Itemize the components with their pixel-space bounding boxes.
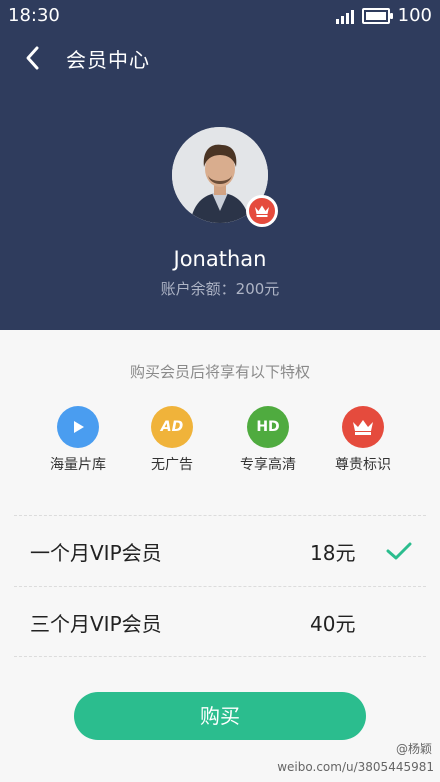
account-balance: 账户余额：200元 xyxy=(160,280,280,298)
crown-icon xyxy=(342,406,384,448)
battery-level: 100 xyxy=(397,5,432,26)
privilege-label: 专享高清 xyxy=(240,457,296,473)
vip-crown-badge xyxy=(246,195,278,227)
member-header: 18:30 100 会员中心 Jonathan 账户余额：200元 xyxy=(0,0,440,330)
divider xyxy=(14,515,426,516)
plan-option-1-month[interactable]: 一个月VIP会员 18元 xyxy=(0,517,440,587)
status-right: 100 xyxy=(335,5,432,26)
privilege-item-no-ads: AD 无广告 xyxy=(122,406,222,474)
plan-name: 三个月VIP会员 xyxy=(30,612,162,636)
battery-icon xyxy=(361,7,393,24)
divider xyxy=(14,586,426,587)
back-button[interactable] xyxy=(20,44,48,72)
ad-icon: AD xyxy=(151,406,193,448)
plan-name: 一个月VIP会员 xyxy=(30,541,162,565)
plan-price: 18元 xyxy=(310,541,356,565)
watermark-handle: @杨颖 xyxy=(395,742,432,756)
hd-icon: HD xyxy=(247,406,289,448)
play-icon xyxy=(57,406,99,448)
privilege-item-hd: HD 专享高清 xyxy=(218,406,318,474)
status-bar: 18:30 100 xyxy=(0,0,440,32)
page-title: 会员中心 xyxy=(66,48,150,72)
privilege-item-badge: 尊贵标识 xyxy=(313,406,413,474)
privilege-label: 无广告 xyxy=(151,457,193,473)
signal-icon xyxy=(335,8,354,24)
username: Jonathan xyxy=(173,247,267,271)
buy-button[interactable]: 购买 xyxy=(74,692,366,740)
privilege-label: 尊贵标识 xyxy=(335,457,391,473)
watermark-url: weibo.com/u/3805445981 xyxy=(277,760,434,774)
check-icon xyxy=(386,542,412,560)
status-time: 18:30 xyxy=(8,5,60,26)
plan-option-3-months[interactable]: 三个月VIP会员 40元 xyxy=(0,588,440,658)
privilege-item-library: 海量片库 xyxy=(28,406,128,474)
plan-price: 40元 xyxy=(310,612,356,636)
crown-icon xyxy=(255,205,269,217)
chevron-left-icon xyxy=(26,46,39,70)
privileges-title: 购买会员后将享有以下特权 xyxy=(129,363,310,381)
avatar-container[interactable] xyxy=(172,127,278,227)
privilege-label: 海量片库 xyxy=(50,457,106,473)
divider xyxy=(14,656,426,657)
